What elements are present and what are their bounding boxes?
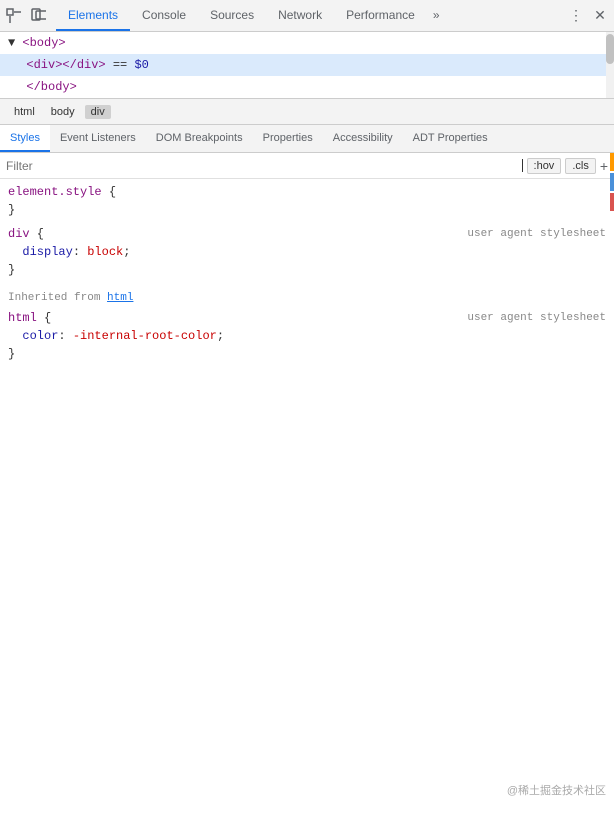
main-tabs: Elements Console Sources Network Perform… xyxy=(56,0,566,31)
css-source-label: user agent stylesheet xyxy=(467,225,606,243)
dom-line-body[interactable]: ▼ <body> xyxy=(0,32,614,54)
add-style-icon[interactable]: + xyxy=(600,158,608,174)
dom-line-div[interactable]: <div></div> == $0 xyxy=(0,54,614,76)
css-block-div: user agent stylesheet div { display: blo… xyxy=(0,225,614,279)
subtab-adt-properties[interactable]: ADT Properties xyxy=(403,125,498,152)
breadcrumb-body[interactable]: body xyxy=(45,105,81,119)
dom-scrollbar[interactable] xyxy=(606,32,614,98)
filter-actions: :hov .cls + xyxy=(527,158,608,174)
subtab-accessibility[interactable]: Accessibility xyxy=(323,125,403,152)
accent-blue xyxy=(610,173,614,191)
css-html-selector-line[interactable]: user agent stylesheet html { xyxy=(8,309,606,327)
inspect-icon[interactable] xyxy=(4,6,24,26)
subtabs: Styles Event Listeners DOM Breakpoints P… xyxy=(0,125,614,153)
accent-orange xyxy=(610,153,614,171)
css-block-element-style: element.style { } xyxy=(0,183,614,219)
css-div-selector-line[interactable]: user agent stylesheet div { xyxy=(8,225,606,243)
cls-button[interactable]: .cls xyxy=(565,158,596,174)
css-content: element.style { } user agent stylesheet … xyxy=(0,179,614,813)
css-div-brace-close: } xyxy=(8,261,606,279)
breadcrumb-bar: html body div xyxy=(0,99,614,125)
right-accent-bars xyxy=(610,153,614,813)
devtools-toolbar: Elements Console Sources Network Perform… xyxy=(0,0,614,32)
css-source-html: user agent stylesheet xyxy=(467,309,606,327)
dom-line-close-body[interactable]: </body> xyxy=(0,76,614,98)
hov-button[interactable]: :hov xyxy=(527,158,562,174)
tab-performance[interactable]: Performance xyxy=(334,0,427,31)
close-icon[interactable]: ✕ xyxy=(590,6,610,26)
breadcrumb-html[interactable]: html xyxy=(8,105,41,119)
dom-scrollbar-thumb[interactable] xyxy=(606,34,614,64)
filter-bar: :hov .cls + xyxy=(0,153,614,179)
css-brace-close: } xyxy=(8,201,606,219)
styles-panel: Styles Event Listeners DOM Breakpoints P… xyxy=(0,125,614,813)
accent-red xyxy=(610,193,614,211)
tab-network[interactable]: Network xyxy=(266,0,334,31)
subtab-dom-breakpoints[interactable]: DOM Breakpoints xyxy=(146,125,253,152)
breadcrumb-div[interactable]: div xyxy=(85,105,111,119)
subtab-properties[interactable]: Properties xyxy=(253,125,323,152)
toolbar-right: ⋮ ✕ xyxy=(566,6,610,26)
filter-input[interactable] xyxy=(6,159,518,173)
inherited-label: Inherited from html xyxy=(0,285,614,309)
tab-sources[interactable]: Sources xyxy=(198,0,266,31)
css-display-property[interactable]: display: block; xyxy=(8,243,606,261)
tab-console[interactable]: Console xyxy=(130,0,198,31)
more-options-icon[interactable]: ⋮ xyxy=(566,6,586,26)
text-cursor xyxy=(522,159,523,172)
tab-more[interactable]: » xyxy=(427,0,446,31)
tab-elements[interactable]: Elements xyxy=(56,0,130,31)
css-color-property[interactable]: color: -internal-root-color; xyxy=(8,327,606,345)
inherited-link[interactable]: html xyxy=(107,292,133,304)
css-html-brace-close: } xyxy=(8,345,606,363)
device-icon[interactable] xyxy=(28,6,48,26)
subtab-styles[interactable]: Styles xyxy=(0,125,50,152)
css-block-html: user agent stylesheet html { color: -int… xyxy=(0,309,614,363)
css-selector-line[interactable]: element.style { xyxy=(8,183,606,201)
watermark: @稀土掘金技术社区 xyxy=(507,782,606,798)
toolbar-icons xyxy=(4,6,48,26)
subtab-event-listeners[interactable]: Event Listeners xyxy=(50,125,146,152)
dom-panel: ▼ <body> <div></div> == $0 </body> xyxy=(0,32,614,99)
